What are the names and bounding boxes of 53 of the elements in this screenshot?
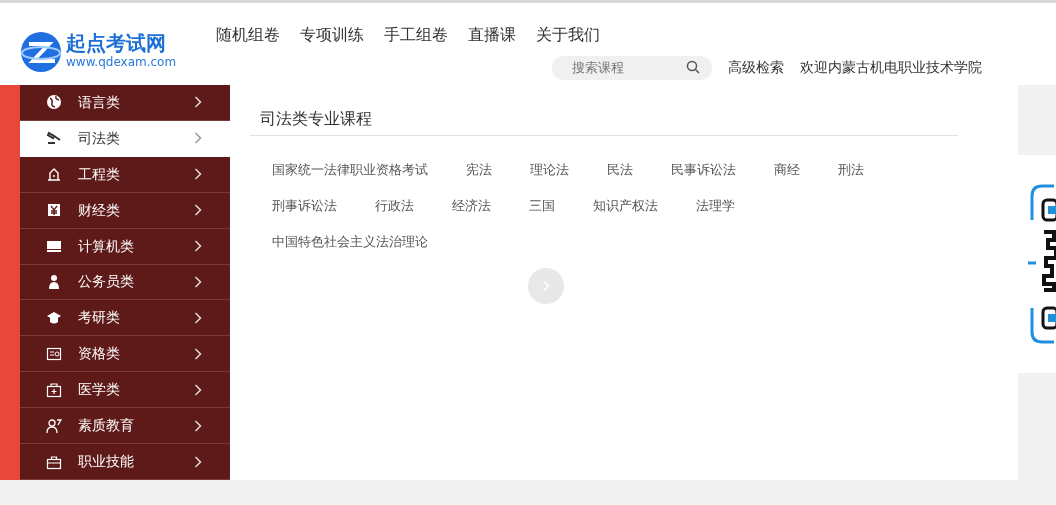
search-icon[interactable] <box>686 60 701 74</box>
site-name: 起点考试网 <box>66 33 167 53</box>
chevron-icon <box>194 204 202 217</box>
course-link[interactable]: 法理学 <box>696 188 735 224</box>
yen-icon <box>46 202 62 219</box>
welcome-text: 欢迎内蒙古机电职业技术学院 <box>800 57 983 77</box>
person-icon <box>46 274 62 290</box>
chevron-icon <box>194 455 202 468</box>
building-icon <box>46 166 62 183</box>
course-link[interactable]: 国家统一法律职业资格考试 <box>272 152 428 188</box>
nav-link[interactable]: 随机组卷 <box>216 23 281 47</box>
course-link[interactable]: 民事诉讼法 <box>671 152 736 188</box>
logo-icon <box>20 31 62 73</box>
nav-link[interactable]: 直播课 <box>468 23 517 47</box>
advanced-search-link[interactable]: 高级检索 <box>728 56 785 78</box>
panel-title: 司法类专业课程 <box>250 107 958 136</box>
course-link[interactable]: 中国特色社会主义法治理论 <box>272 224 428 260</box>
briefcase-icon <box>46 453 62 470</box>
chevron-icon <box>194 419 202 432</box>
course-link[interactable]: 刑法 <box>838 152 864 188</box>
course-link[interactable]: 行政法 <box>375 188 414 224</box>
category-item[interactable]: 财经类 <box>20 192 230 229</box>
chevron-icon <box>194 240 202 253</box>
graduation-cap-icon <box>46 309 62 326</box>
site-url: www.qdexam.com <box>66 54 177 71</box>
monitor-icon <box>46 238 62 255</box>
chevron-icon <box>194 311 202 324</box>
search-field[interactable]: 搜索课程 <box>552 55 713 80</box>
category-item[interactable]: 计算机类 <box>20 228 230 265</box>
chevron-icon <box>194 132 202 145</box>
category-item[interactable]: 司法类 <box>20 120 230 157</box>
nav-link[interactable]: 手工组卷 <box>384 23 449 47</box>
chevron-icon <box>194 383 202 396</box>
chevron-icon <box>194 168 202 181</box>
course-link[interactable]: 知识产权法 <box>593 188 658 224</box>
chevron-icon <box>194 96 202 109</box>
course-link[interactable]: 刑事诉讼法 <box>272 188 337 224</box>
course-link[interactable]: 经济法 <box>452 188 491 224</box>
gavel-icon <box>46 130 62 147</box>
category-item[interactable]: 语言类 <box>20 85 230 121</box>
people-icon <box>46 417 62 434</box>
nav-link[interactable]: 专项训练 <box>300 23 365 47</box>
nav-link[interactable]: 关于我们 <box>536 23 601 47</box>
course-link[interactable]: 理论法 <box>530 152 569 188</box>
globe-icon <box>46 94 62 111</box>
course-link[interactable]: 宪法 <box>466 152 492 188</box>
chevron-icon <box>194 347 202 360</box>
course-link[interactable]: 民法 <box>607 152 633 188</box>
medical-kit-icon <box>46 381 62 398</box>
chevron-icon <box>194 276 202 288</box>
certificate-icon <box>46 345 62 362</box>
course-link[interactable]: 三国 <box>529 188 555 224</box>
course-link[interactable]: 商经 <box>774 152 800 188</box>
